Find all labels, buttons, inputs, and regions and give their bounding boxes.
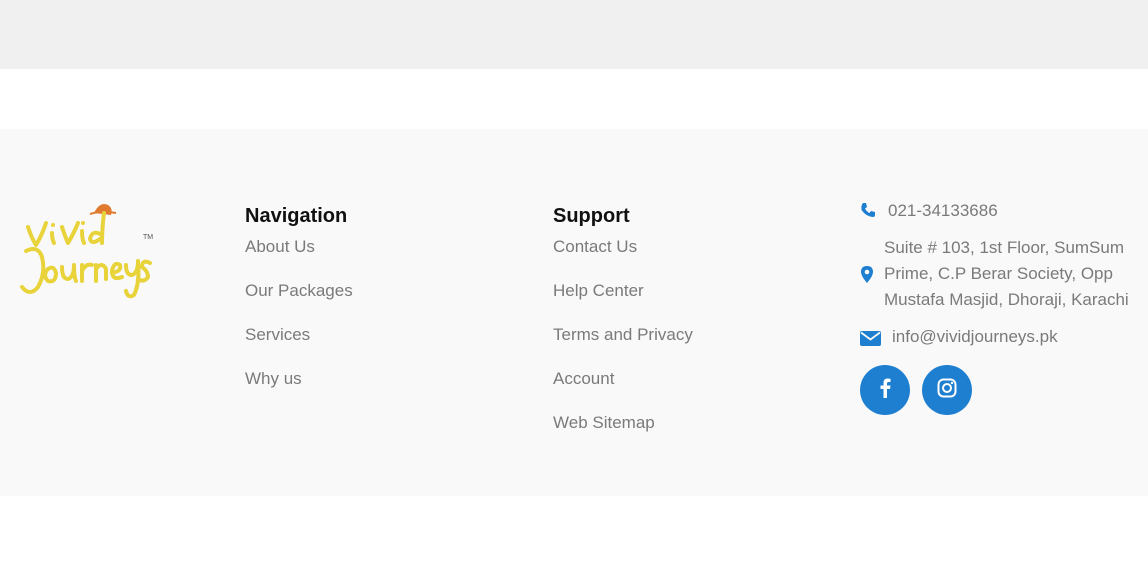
navigation-heading: Navigation bbox=[245, 205, 348, 227]
vivid-journeys-logo[interactable]: TM bbox=[12, 199, 154, 305]
phone-row[interactable]: 021-34133686 bbox=[860, 199, 1148, 227]
navigation-column: Navigation About Us Our Packages Service… bbox=[245, 203, 353, 409]
support-link-contact-us[interactable]: Contact Us bbox=[553, 233, 693, 277]
nav-link-our-packages[interactable]: Our Packages bbox=[245, 277, 353, 321]
email-address: info@vividjourneys.pk bbox=[892, 327, 1058, 346]
phone-number: 021-34133686 bbox=[888, 201, 998, 220]
facebook-icon bbox=[879, 378, 891, 403]
nav-link-why-us[interactable]: Why us bbox=[245, 365, 353, 409]
envelope-icon bbox=[860, 329, 881, 353]
support-link-account[interactable]: Account bbox=[553, 365, 693, 409]
phone-icon bbox=[860, 201, 876, 225]
instagram-button[interactable] bbox=[922, 365, 972, 415]
email-row[interactable]: info@vividjourneys.pk bbox=[860, 325, 1148, 353]
support-heading: Support bbox=[553, 205, 630, 227]
location-pin-icon bbox=[861, 265, 873, 291]
top-band bbox=[0, 0, 1148, 69]
support-link-web-sitemap[interactable]: Web Sitemap bbox=[553, 409, 693, 453]
instagram-icon bbox=[937, 378, 957, 403]
address-line-1: Suite # 103, 1st Floor, SumSum bbox=[884, 238, 1125, 257]
support-link-help-center[interactable]: Help Center bbox=[553, 277, 693, 321]
site-footer: TM Navigation About Us Our Packages Serv… bbox=[0, 129, 1148, 496]
nav-link-services[interactable]: Services bbox=[245, 321, 353, 365]
facebook-button[interactable] bbox=[860, 365, 910, 415]
contact-column: 021-34133686 Suite # 103, 1st Floor, Sum… bbox=[860, 199, 1148, 415]
nav-link-about-us[interactable]: About Us bbox=[245, 233, 353, 277]
address-line-3: Mustafa Masjid, Dhoraji, Karachi bbox=[884, 290, 1129, 309]
address-line-2: Prime, C.P Berar Society, Opp bbox=[884, 264, 1113, 283]
support-column: Support Contact Us Help Center Terms and… bbox=[553, 203, 693, 453]
logo-image: TM bbox=[20, 204, 153, 299]
svg-text:TM: TM bbox=[143, 234, 153, 241]
address-row: Suite # 103, 1st Floor, SumSum Prime, C.… bbox=[860, 235, 1148, 313]
support-link-terms-and-privacy[interactable]: Terms and Privacy bbox=[553, 321, 693, 365]
